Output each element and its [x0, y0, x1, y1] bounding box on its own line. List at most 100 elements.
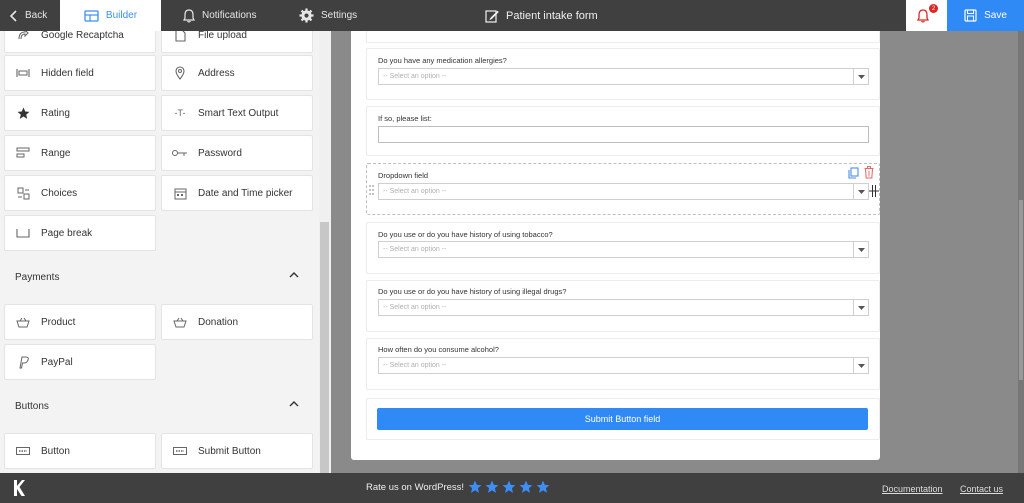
field-smart-text-output[interactable]: -T- Smart Text Output	[161, 95, 313, 131]
star-icon[interactable]	[536, 480, 550, 494]
tab-settings-label: Settings	[321, 10, 358, 21]
field-submit-button[interactable]: Submit Button	[161, 433, 313, 469]
submit-button-icon	[172, 443, 188, 459]
field-button[interactable]: Button	[4, 433, 156, 469]
field-label: Dropdown field	[378, 171, 429, 180]
field-paypal[interactable]: PayPal	[4, 344, 156, 380]
field-donation[interactable]: Donation	[161, 304, 313, 340]
field-label: File upload	[198, 31, 247, 41]
form-field-tobacco[interactable]: Do you use or do you have history of usi…	[366, 222, 880, 274]
star-icon	[15, 105, 31, 121]
field-label: Do you use or do you have history of usi…	[378, 230, 553, 239]
select-placeholder: -- Select an option --	[383, 73, 447, 80]
select-dropdown[interactable]: -- Select an option --	[378, 357, 869, 374]
back-button[interactable]: Back	[10, 0, 47, 31]
field-label: Hidden field	[41, 67, 94, 79]
save-icon	[964, 9, 977, 22]
form-field-partial[interactable]	[366, 31, 880, 43]
field-label: If so, please list:	[378, 114, 432, 123]
submit-button-field[interactable]: Submit Button field	[377, 408, 868, 430]
tab-builder-label: Builder	[105, 10, 138, 21]
field-address[interactable]: Address	[161, 55, 313, 91]
field-label: Password	[198, 147, 242, 159]
field-hidden-field[interactable]: Hidden field	[4, 55, 156, 91]
star-icon[interactable]	[502, 480, 516, 494]
field-label: Address	[198, 67, 235, 79]
star-icon[interactable]	[485, 480, 499, 494]
rate-us-label: Rate us on WordPress!	[366, 482, 465, 493]
tab-builder[interactable]: Builder	[60, 0, 161, 31]
documentation-link[interactable]: Documentation	[882, 484, 943, 494]
button-icon	[15, 443, 31, 459]
notification-badge: 2	[929, 4, 938, 13]
tab-settings[interactable]: Settings	[299, 0, 357, 31]
rating-stars[interactable]	[468, 480, 550, 494]
field-label: Donation	[198, 316, 239, 328]
logo-icon[interactable]	[13, 480, 25, 496]
field-page-break[interactable]: Page break	[4, 215, 156, 251]
form-field-allergies-list[interactable]: If so, please list:	[366, 106, 880, 156]
field-label: Submit Button	[198, 445, 261, 457]
form-title-text: Patient intake form	[506, 9, 598, 22]
paypal-icon	[15, 354, 31, 370]
field-password[interactable]: Password	[161, 135, 313, 171]
gear-icon	[299, 8, 314, 23]
caret-down-icon	[853, 184, 868, 199]
tab-notifications[interactable]: Notifications	[183, 0, 256, 31]
field-product[interactable]: Product	[4, 304, 156, 340]
contact-us-link[interactable]: Contact us	[960, 484, 1003, 494]
section-title: Buttons	[15, 400, 49, 412]
field-range[interactable]: Range	[4, 135, 156, 171]
resize-handle-icon[interactable]	[869, 185, 879, 197]
chevron-up-icon	[289, 272, 299, 278]
field-choices[interactable]: Choices	[4, 175, 156, 211]
form-field-illegal-drugs[interactable]: Do you use or do you have history of usi…	[366, 280, 880, 332]
canvas-scrollbar-thumb[interactable]	[1019, 200, 1023, 380]
range-icon	[15, 145, 31, 161]
section-buttons-header[interactable]: Buttons	[0, 393, 319, 419]
drag-handle-icon[interactable]	[369, 185, 374, 195]
bell-icon	[183, 8, 195, 23]
caret-down-icon	[853, 300, 868, 315]
copy-icon[interactable]	[848, 167, 859, 179]
field-date-time-picker[interactable]: Date and Time picker	[161, 175, 313, 211]
field-label: Do you have any medication allergies?	[378, 56, 507, 65]
select-dropdown[interactable]: -- Select an option --	[378, 241, 869, 258]
star-icon[interactable]	[468, 480, 482, 494]
donation-basket-icon	[172, 314, 188, 330]
builder-icon	[84, 9, 99, 22]
save-button[interactable]: Save	[947, 0, 1024, 31]
form-field-alcohol[interactable]: How often do you consume alcohol? -- Sel…	[366, 338, 880, 390]
field-label: Choices	[41, 187, 78, 199]
field-label: Date and Time picker	[198, 187, 293, 199]
select-dropdown[interactable]: -- Select an option --	[378, 183, 869, 200]
section-payments-header[interactable]: Payments	[0, 264, 319, 290]
select-dropdown[interactable]: -- Select an option --	[378, 299, 869, 316]
field-google-recaptcha[interactable]: Google Recaptcha	[4, 31, 156, 53]
calendar-icon	[172, 185, 188, 201]
star-icon[interactable]	[519, 480, 533, 494]
chevron-up-icon	[289, 401, 299, 407]
edit-icon	[485, 9, 499, 23]
select-placeholder: -- Select an option --	[383, 246, 447, 253]
sidebar-scrollbar-thumb[interactable]	[320, 222, 329, 473]
key-icon	[172, 145, 188, 161]
trash-icon[interactable]	[864, 166, 874, 179]
field-label: How often do you consume alcohol?	[378, 345, 499, 354]
field-label: Do you use or do you have history of usi…	[378, 287, 567, 296]
field-label: Rating	[41, 107, 70, 119]
form-field-medication-allergies[interactable]: Do you have any medication allergies? --…	[366, 48, 880, 100]
caret-down-icon	[853, 242, 868, 257]
field-file-upload[interactable]: File upload	[161, 31, 313, 53]
notifications-bell-button[interactable]: 2	[906, 0, 947, 31]
text-input[interactable]	[378, 126, 869, 143]
field-rating[interactable]: Rating	[4, 95, 156, 131]
recaptcha-icon	[15, 31, 31, 43]
select-dropdown[interactable]: -- Select an option --	[378, 68, 869, 85]
section-title: Payments	[15, 271, 60, 283]
choices-icon	[15, 185, 31, 201]
form-field-dropdown-active[interactable]: Dropdown field -- Select an option --	[366, 163, 880, 215]
hidden-field-icon	[15, 65, 31, 81]
bottom-bar: Rate us on WordPress! Documentation Cont…	[0, 473, 1024, 503]
form-title[interactable]: Patient intake form	[485, 0, 598, 31]
